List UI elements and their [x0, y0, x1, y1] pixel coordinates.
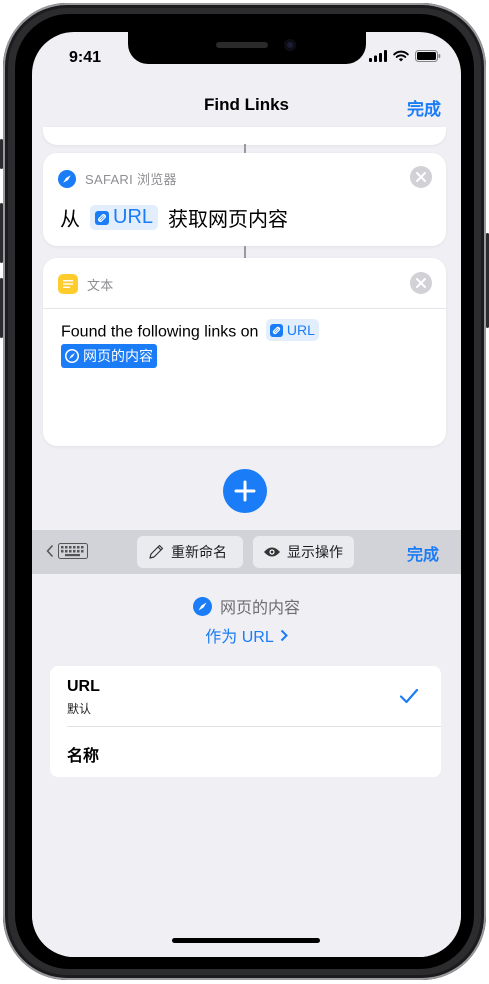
eye-icon [264, 547, 280, 557]
remove-action-icon[interactable] [410, 166, 432, 188]
safari-compass-icon [58, 169, 76, 188]
text-input-field[interactable]: Found the following links on URL 网页的内容 [61, 319, 431, 370]
safari-prefix-text: 从 [60, 209, 80, 231]
chevron-left-icon [46, 544, 54, 558]
text-card-label: 文本 [87, 277, 114, 293]
keyboard-icon [58, 543, 88, 559]
list-item-url[interactable]: URL 默认 [50, 666, 441, 726]
url-token-label: URL [113, 206, 154, 228]
safari-card-label: SAFARI 浏览器 [85, 172, 177, 187]
picker-header: 网页的内容 [32, 594, 461, 618]
home-indicator [172, 938, 320, 943]
list-item-name[interactable]: 名称 [50, 727, 441, 777]
nav-title: Find Links [204, 95, 289, 114]
safari-compass-icon [65, 348, 79, 363]
text-doc-icon [58, 274, 78, 294]
keyboard-toggle-button[interactable] [46, 543, 88, 559]
speaker-grille [216, 42, 268, 48]
phone-frame: 9:41 Find Links 完成 SAFARI 浏览器 从 URL 获取网页… [0, 3, 489, 980]
safari-compass-icon [192, 596, 212, 616]
pencil-icon [149, 544, 164, 559]
webpage-content-variable-token[interactable]: 网页的内容 [61, 343, 157, 368]
content-type-label: 作为 URL [205, 629, 274, 646]
variable-picker: 网页的内容 作为 URL URL 默认 名称 [32, 574, 461, 957]
text-action-card[interactable]: 文本 Found the following links on URL 网页的内… [43, 258, 446, 446]
chevron-right-icon [280, 629, 288, 641]
add-action-button[interactable] [223, 469, 267, 513]
list-item-title: 名称 [67, 748, 100, 765]
safari-action-sentence: 从 URL 获取网页内容 [60, 203, 288, 232]
list-item-title: URL [67, 678, 100, 695]
url-variable-token[interactable]: URL [265, 319, 319, 341]
notch [128, 32, 366, 64]
cellular-signal-icon [369, 50, 387, 62]
list-item-subtitle: 默认 [67, 702, 92, 716]
status-time: 9:41 [69, 49, 102, 66]
show-action-label: 显示操作 [287, 544, 343, 560]
flow-connector [244, 246, 246, 258]
screen: 9:41 Find Links 完成 SAFARI 浏览器 从 URL 获取网页… [32, 32, 461, 957]
battery-icon [415, 50, 441, 62]
show-action-button[interactable]: 显示操作 [253, 536, 354, 568]
volume-up-button [0, 203, 3, 263]
text-content-line: Found the following links on [61, 323, 259, 341]
safari-card-header: SAFARI 浏览器 [58, 169, 177, 188]
card-divider [43, 308, 446, 309]
safari-action-card[interactable]: SAFARI 浏览器 从 URL 获取网页内容 [43, 153, 446, 246]
mute-switch [0, 139, 3, 169]
checkmark-icon [399, 688, 419, 704]
property-list: URL 默认 名称 [50, 666, 441, 777]
volume-down-button [0, 278, 3, 338]
rename-label: 重新命名 [171, 544, 227, 560]
rename-button[interactable]: 重新命名 [137, 536, 243, 568]
content-type-selector[interactable]: 作为 URL [32, 623, 461, 647]
remove-action-icon[interactable] [410, 272, 432, 294]
text-card-header: 文本 [58, 274, 114, 294]
status-icons [369, 50, 441, 62]
picker-title: 网页的内容 [219, 600, 300, 617]
url-parameter-token[interactable]: URL [90, 205, 159, 230]
nav-done-button[interactable]: 完成 [407, 95, 441, 120]
link-icon [95, 210, 109, 225]
front-camera [284, 39, 296, 51]
previous-action-card[interactable] [43, 127, 446, 145]
link-icon [269, 323, 283, 337]
plus-icon [234, 480, 256, 502]
safari-suffix-text: 获取网页内容 [168, 209, 289, 231]
url-variable-label: URL [286, 322, 315, 338]
keyboard-toolbar: 重新命名 显示操作 完成 [32, 530, 461, 574]
toolbar-done-button[interactable]: 完成 [407, 541, 439, 565]
webpage-content-variable-label: 网页的内容 [83, 347, 153, 364]
wifi-icon [393, 50, 409, 62]
